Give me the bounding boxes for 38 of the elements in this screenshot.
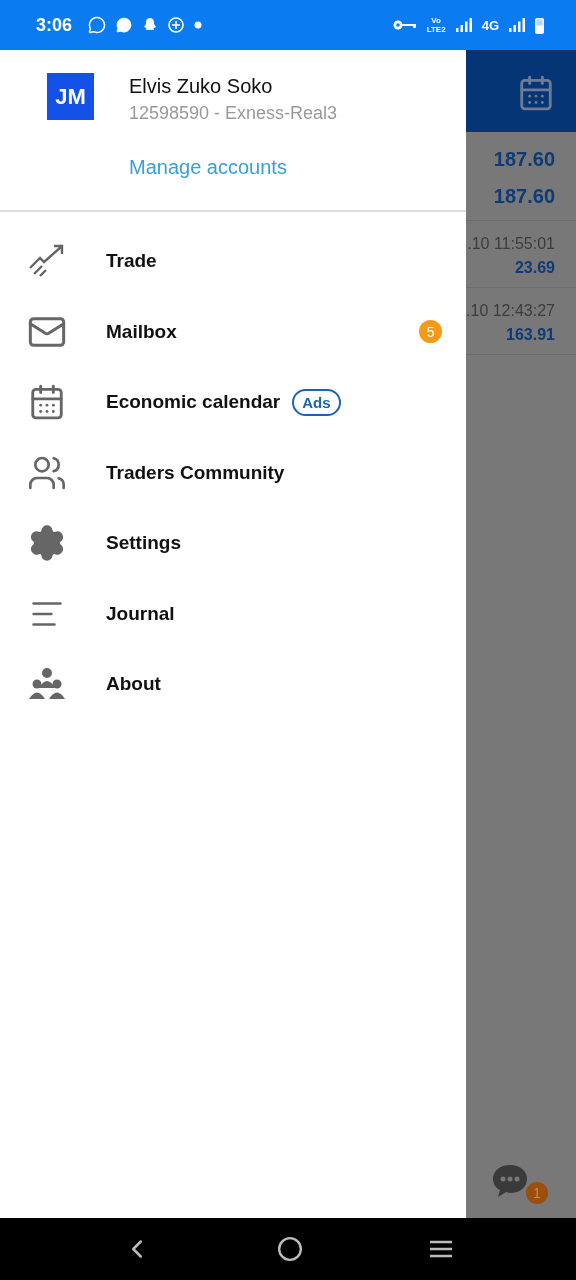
chat-badge: 1 bbox=[526, 1182, 548, 1204]
message-icon bbox=[116, 17, 133, 33]
battery-icon bbox=[535, 16, 544, 34]
menu-item[interactable]: About bbox=[0, 649, 467, 720]
calendar-icon bbox=[517, 74, 555, 112]
signal-icon bbox=[509, 18, 525, 32]
history-time: .10 11:55:01 bbox=[467, 235, 555, 253]
chat-bubble-icon bbox=[88, 16, 107, 34]
account-avatar: JM bbox=[47, 73, 94, 120]
network-type: 4G bbox=[481, 17, 499, 33]
volte-label: Vo LTE2 bbox=[426, 16, 446, 34]
key-icon bbox=[392, 19, 417, 31]
menu-item[interactable]: Trade bbox=[0, 226, 467, 297]
settings-icon bbox=[28, 524, 66, 563]
clock: 3:06 bbox=[36, 14, 73, 36]
ads-tag: Ads bbox=[292, 388, 341, 416]
account-name: Elvis Zuko Soko bbox=[129, 75, 274, 98]
account-number: 12598590 - Exness-Real3 bbox=[129, 103, 339, 124]
home-icon[interactable] bbox=[277, 1236, 303, 1262]
signal-icon bbox=[455, 18, 472, 32]
count-badge: 5 bbox=[419, 320, 443, 344]
menu-item[interactable]: Settings bbox=[0, 508, 467, 579]
menu-item[interactable]: Economic calendar Ads bbox=[0, 367, 467, 438]
history-time: .10 12:43:27 bbox=[466, 302, 555, 320]
price-value: 187.60 bbox=[493, 185, 555, 208]
menu-item[interactable]: Mailbox 5 bbox=[0, 296, 467, 367]
recent-apps-icon[interactable] bbox=[427, 1239, 454, 1259]
ghost-icon bbox=[142, 17, 159, 33]
calendar-icon bbox=[28, 383, 66, 422]
history-value: 163.91 bbox=[506, 326, 555, 344]
menu-item[interactable]: Journal bbox=[0, 578, 467, 649]
menu-item[interactable]: Traders Community bbox=[0, 437, 467, 508]
chat-bubble-icon bbox=[492, 1164, 528, 1198]
price-value: 187.60 bbox=[493, 148, 555, 171]
trend-arrow-icon bbox=[28, 244, 66, 279]
history-value: 23.69 bbox=[514, 259, 555, 277]
plus-circle-icon bbox=[168, 17, 185, 33]
dot-icon bbox=[194, 21, 203, 29]
